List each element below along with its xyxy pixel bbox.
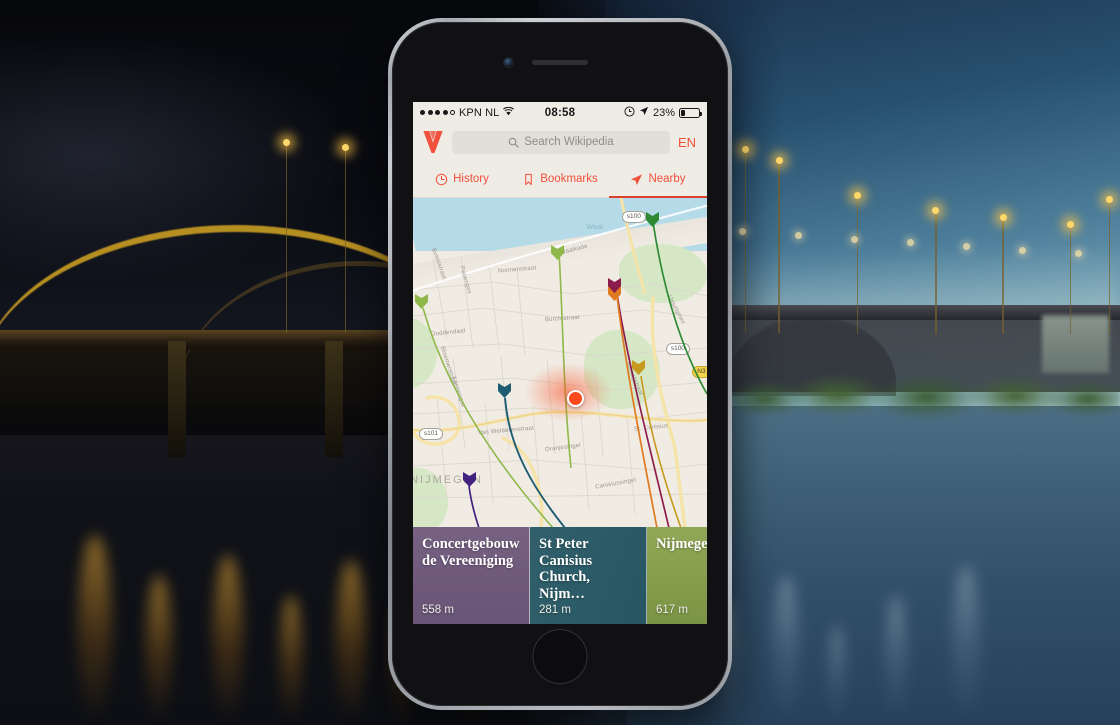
water-light-reflection bbox=[884, 595, 907, 725]
street-lamp-light bbox=[1106, 195, 1113, 203]
front-camera-icon bbox=[504, 58, 513, 67]
card-distance: 617 m bbox=[656, 604, 688, 616]
map-pin-maroon[interactable] bbox=[607, 277, 622, 294]
search-input[interactable]: Search Wikipedia bbox=[452, 130, 670, 154]
earpiece-speaker bbox=[532, 60, 588, 65]
water-light-reflection bbox=[772, 575, 799, 725]
tab-history-label: History bbox=[453, 173, 489, 185]
tab-bar: History Bookmarks Nearby bbox=[413, 161, 707, 198]
lamp-post bbox=[935, 206, 937, 334]
street-lamp-light bbox=[1066, 221, 1074, 229]
water-light-reflection bbox=[212, 555, 243, 725]
water-light-reflection bbox=[828, 625, 845, 725]
map-pin-lightgreen-riverbank[interactable] bbox=[550, 244, 565, 261]
lamp-post bbox=[744, 146, 747, 334]
lamp-post bbox=[344, 143, 347, 334]
clock-icon bbox=[435, 173, 448, 186]
location-accuracy-glow bbox=[524, 362, 611, 421]
card-distance: 281 m bbox=[539, 604, 571, 616]
street-lamp-light bbox=[851, 235, 859, 243]
clock-label: 08:58 bbox=[544, 106, 576, 119]
map-pin-green-north[interactable] bbox=[645, 211, 660, 228]
iphone-device: KPN NL 08:58 23% Search Wikipedia EN His… bbox=[388, 18, 732, 710]
card-title: Nijmegen bbox=[656, 536, 707, 552]
street-lamp-light bbox=[282, 139, 290, 147]
card-title: Concertgebouw de Vereeniging bbox=[422, 536, 520, 569]
water-light-reflection bbox=[145, 575, 172, 725]
alarm-clock-icon bbox=[624, 105, 635, 120]
search-placeholder-text: Search Wikipedia bbox=[524, 136, 614, 148]
water-light-reflection bbox=[336, 560, 366, 725]
map-pin-gold-east[interactable] bbox=[631, 359, 646, 376]
lamp-post bbox=[778, 156, 780, 334]
phone-body: KPN NL 08:58 23% Search Wikipedia EN His… bbox=[392, 22, 728, 706]
tab-bookmarks-label: Bookmarks bbox=[540, 173, 598, 185]
street-lamp-light bbox=[342, 143, 350, 151]
status-bar-right: 23% bbox=[575, 105, 703, 120]
search-icon bbox=[508, 137, 519, 148]
result-card[interactable]: Nijmegen 617 m bbox=[647, 527, 707, 624]
map-pin-purple-southwest[interactable] bbox=[462, 471, 477, 488]
street-lamp-light bbox=[999, 213, 1007, 221]
card-distance: 558 m bbox=[422, 604, 454, 616]
bridge-pier bbox=[168, 340, 186, 457]
status-bar-left: KPN NL bbox=[420, 106, 545, 119]
nearby-map[interactable]: Waal Bottelstraat Papengas Nonnenstraat … bbox=[413, 198, 707, 527]
street-lamp-light bbox=[1019, 246, 1027, 254]
map-pin-lightgreen-west[interactable] bbox=[414, 293, 429, 310]
water-light-reflection bbox=[952, 565, 980, 725]
phone-screen: KPN NL 08:58 23% Search Wikipedia EN His… bbox=[413, 102, 707, 624]
water-light-reflection bbox=[280, 595, 302, 725]
carrier-label: KPN NL bbox=[459, 106, 500, 119]
lamp-post bbox=[285, 139, 288, 334]
street-lamp-light bbox=[775, 156, 783, 164]
tab-nearby[interactable]: Nearby bbox=[609, 161, 707, 198]
lamp-post bbox=[1002, 213, 1004, 334]
tab-history[interactable]: History bbox=[413, 161, 511, 197]
wifi-icon bbox=[503, 106, 515, 119]
nearby-results-carousel[interactable]: Concertgebouw de Vereeniging 558 m St Pe… bbox=[413, 527, 707, 624]
home-button[interactable] bbox=[532, 629, 588, 684]
location-arrow-icon bbox=[639, 106, 649, 119]
street-lamp-light bbox=[963, 242, 971, 250]
tab-bookmarks[interactable]: Bookmarks bbox=[511, 161, 609, 197]
lamp-post bbox=[1069, 221, 1072, 334]
lamp-post bbox=[856, 192, 859, 334]
nearby-arrow-icon bbox=[630, 173, 643, 186]
wikipedia-w-logo[interactable] bbox=[422, 130, 444, 154]
app-navbar: Search Wikipedia EN bbox=[413, 123, 707, 161]
tab-nearby-label: Nearby bbox=[648, 173, 686, 185]
battery-icon bbox=[679, 107, 703, 118]
status-bar: KPN NL 08:58 23% bbox=[413, 102, 707, 123]
bookmark-icon bbox=[522, 173, 535, 186]
language-button[interactable]: EN bbox=[678, 135, 698, 150]
bridge-pier bbox=[324, 340, 343, 457]
signal-strength-icon bbox=[420, 110, 455, 115]
lamp-post bbox=[1108, 195, 1111, 334]
result-card[interactable]: Concertgebouw de Vereeniging 558 m bbox=[413, 527, 530, 624]
battery-percent-label: 23% bbox=[652, 106, 676, 119]
result-card[interactable]: St Peter Canisius Church, Nijm… 281 m bbox=[530, 527, 647, 624]
card-title: St Peter Canisius Church, Nijm… bbox=[539, 536, 593, 602]
skyline-building bbox=[1041, 315, 1109, 374]
map-pin-teal-south[interactable] bbox=[497, 382, 512, 399]
